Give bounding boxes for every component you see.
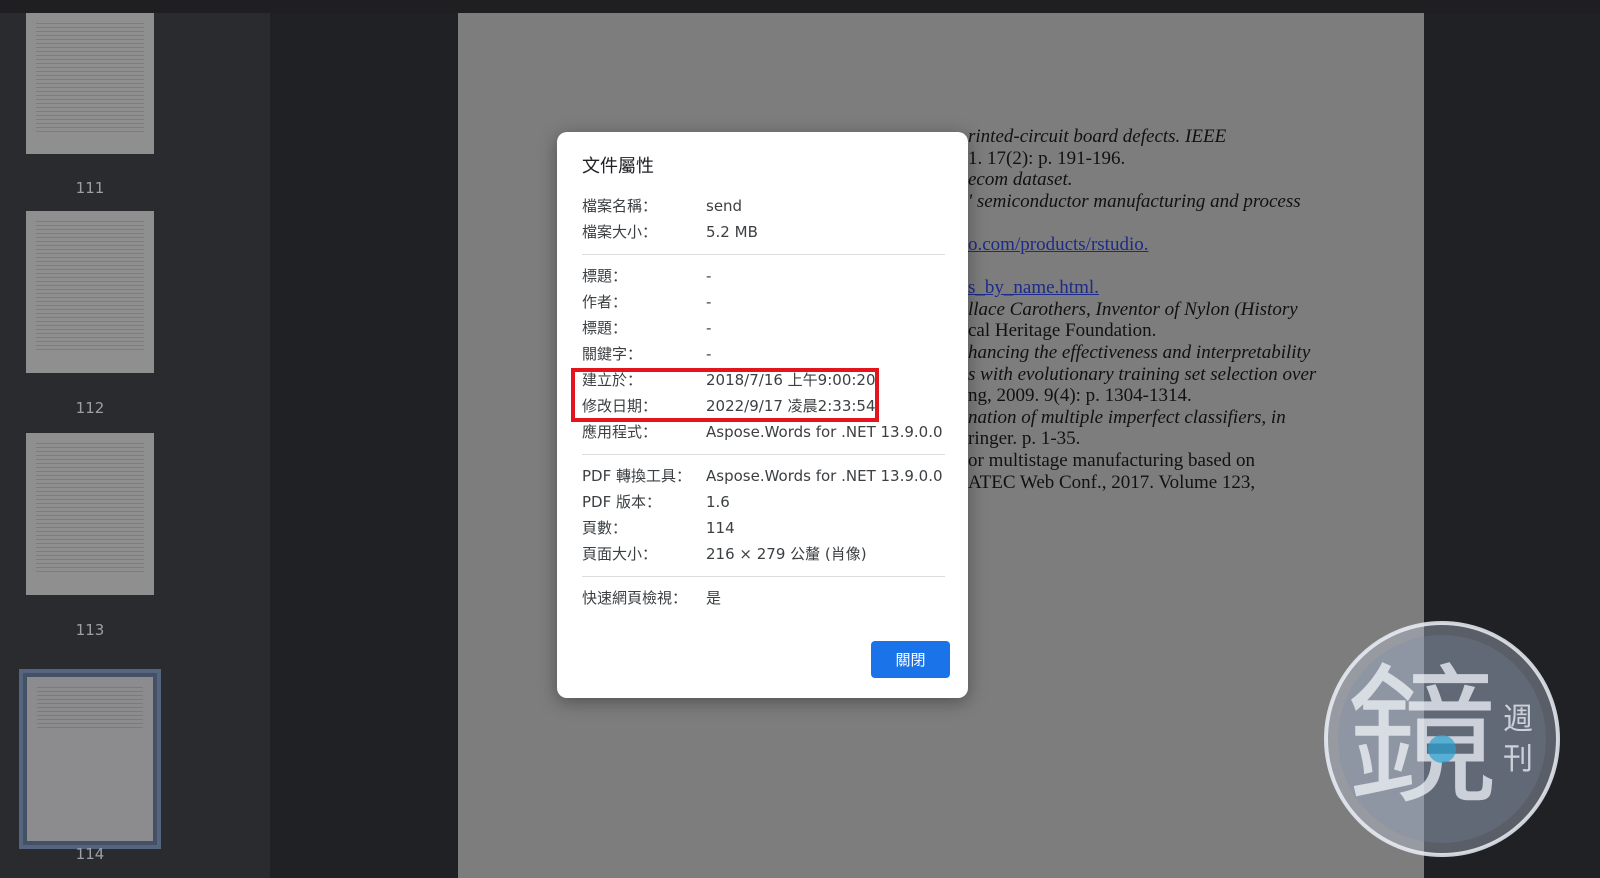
dialog-title: 文件屬性: [582, 156, 654, 177]
prop-value: 1.6: [706, 493, 730, 511]
prop-row-pdf-version: PDF 版本： 1.6: [582, 491, 952, 513]
divider: [582, 454, 945, 455]
page-line: cal Heritage Foundation.: [968, 320, 1157, 342]
page-link[interactable]: o.com/products/rstudio.: [968, 234, 1368, 256]
page-line: [968, 256, 1368, 278]
highlight-box: [571, 368, 879, 422]
page-line: [968, 212, 1368, 234]
thumbnail-number: 111: [75, 179, 105, 197]
thumbnail-page-114-selected[interactable]: [19, 669, 161, 849]
page-line: hancing the effectiveness and interpreta…: [968, 341, 1311, 363]
prop-row-fast-web-view: 快速網頁檢視： 是: [582, 587, 952, 609]
thumbnail-number: 112: [75, 399, 105, 417]
prop-row-keywords: 關鍵字： -: [582, 343, 952, 365]
close-button[interactable]: 關閉: [871, 641, 950, 678]
prop-label: 關鍵字：: [582, 345, 643, 363]
prop-label: PDF 轉換工具：: [582, 467, 691, 485]
prop-label: 頁面大小：: [582, 545, 658, 563]
divider: [582, 254, 945, 255]
prop-label: 作者：: [582, 293, 628, 311]
thumbnail-number: 113: [75, 621, 105, 639]
prop-label: 標題：: [582, 319, 628, 337]
page-line: ' semiconductor manufacturing and proces…: [968, 190, 1301, 212]
prop-value: 是: [706, 589, 722, 607]
page-link[interactable]: s_by_name.html.: [968, 277, 1368, 299]
page-line: rinted-circuit board defects. IEEE: [968, 126, 1227, 147]
watermark-sub-char: 週: [1503, 702, 1533, 737]
divider: [582, 576, 945, 577]
prop-label: PDF 版本：: [582, 493, 661, 511]
page-line: or multistage manufacturing based on: [968, 449, 1256, 471]
page-text: rinted-circuit board defects. IEEE 1. 17…: [968, 126, 1368, 493]
thumbnail-number: 114: [75, 845, 105, 863]
prop-row-author: 作者： -: [582, 291, 952, 313]
page-line: ATEC Web Conf., 2017. Volume 123,: [968, 471, 1256, 493]
prop-value: 114: [706, 519, 735, 537]
top-toolbar: [0, 0, 1600, 13]
prop-row-title: 標題： -: [582, 265, 952, 287]
prop-value: 5.2 MB: [706, 223, 758, 241]
prop-value: 216 × 279 公釐 (肖像): [706, 545, 867, 563]
prop-value: -: [706, 293, 712, 311]
watermark-logo: 鏡 週 刊: [1324, 621, 1560, 857]
prop-value: -: [706, 267, 712, 285]
page-line: 1. 17(2): p. 191-196.: [968, 147, 1126, 169]
page-line: llace Carothers, Inventor of Nylon (Hist…: [968, 298, 1298, 320]
prop-value: Aspose.Words for .NET 13.9.0.0: [706, 423, 943, 441]
prop-row-page-count: 頁數： 114: [582, 517, 952, 539]
prop-row-pdf-producer: PDF 轉換工具： Aspose.Words for .NET 13.9.0.0: [582, 465, 952, 487]
prop-label: 快速網頁檢視：: [582, 589, 688, 607]
thumbnail-page-112[interactable]: [26, 211, 154, 373]
prop-value: -: [706, 345, 712, 363]
prop-value: -: [706, 319, 712, 337]
watermark-sub-char: 刊: [1503, 742, 1533, 777]
page-line: s with evolutionary training set selecti…: [968, 363, 1317, 385]
prop-row-file-size: 檔案大小： 5.2 MB: [582, 221, 952, 243]
prop-label: 檔案名稱：: [582, 197, 658, 215]
prop-label: 標題：: [582, 267, 628, 285]
prop-label: 檔案大小：: [582, 223, 658, 241]
prop-row-subject: 標題： -: [582, 317, 952, 339]
prop-row-application: 應用程式： Aspose.Words for .NET 13.9.0.0: [582, 421, 952, 443]
page-line: nation of multiple imperfect classifiers…: [968, 406, 1286, 428]
watermark-main-char: 鏡: [1347, 651, 1497, 825]
prop-value: send: [706, 197, 743, 215]
page-line: ng, 2009. 9(4): p. 1304-1314.: [968, 385, 1192, 407]
prop-row-page-size: 頁面大小： 216 × 279 公釐 (肖像): [582, 543, 952, 565]
thumbnail-page-111[interactable]: [26, 13, 154, 154]
thumbnail-sidebar[interactable]: 111 112 113 114: [0, 13, 270, 878]
prop-value: Aspose.Words for .NET 13.9.0.0: [706, 467, 943, 485]
prop-label: 應用程式：: [582, 423, 658, 441]
prop-label: 頁數：: [582, 519, 628, 537]
thumbnail-page-113[interactable]: [26, 433, 154, 595]
page-line: ecom dataset.: [968, 169, 1073, 191]
prop-row-file-name: 檔案名稱： send: [582, 195, 952, 217]
page-line: ringer. p. 1-35.: [968, 428, 1081, 450]
